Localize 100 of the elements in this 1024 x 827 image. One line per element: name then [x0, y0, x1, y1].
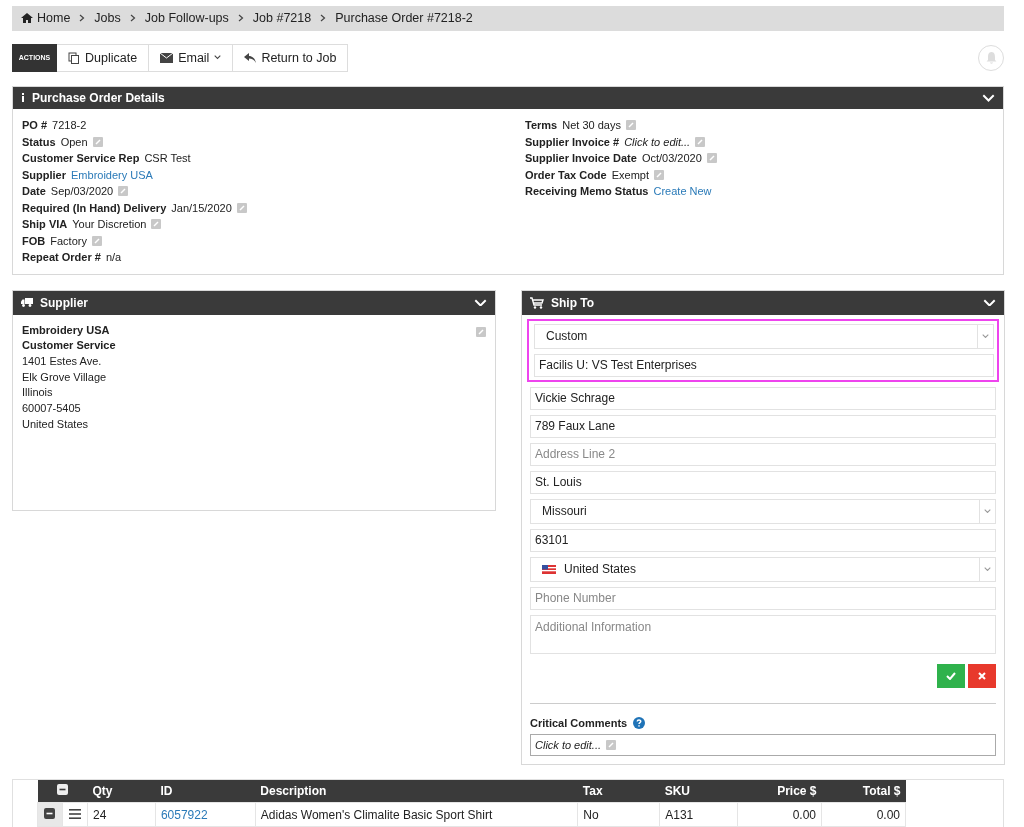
- field-value: Jan/15/2020: [171, 200, 232, 216]
- field-label: FOB: [22, 233, 46, 249]
- chevron-down-icon: [982, 333, 989, 339]
- field-value: CSR Test: [144, 151, 191, 166]
- edit-icon[interactable]: [476, 326, 486, 337]
- address-line: Elk Grove Village: [22, 369, 107, 385]
- copy-icon: [68, 51, 80, 64]
- field-link[interactable]: Create New: [653, 183, 712, 200]
- breadcrumb-link[interactable]: Job #7218: [252, 11, 312, 26]
- critical-comments-label: Critical Comments: [530, 716, 628, 729]
- edit-icon[interactable]: [606, 739, 617, 750]
- edit-icon[interactable]: [151, 219, 162, 230]
- panel-title: Supplier: [40, 295, 89, 310]
- panel-title: Ship To: [551, 295, 596, 310]
- field-value: n/a: [105, 250, 122, 265]
- close-icon: [978, 671, 986, 680]
- field-label: Supplier: [22, 167, 66, 183]
- save-button[interactable]: [937, 663, 965, 688]
- column-header: ID: [155, 779, 256, 803]
- menu-icon[interactable]: [68, 808, 81, 819]
- flag-icon: [542, 564, 556, 574]
- input-field[interactable]: Facilis U: VS Test Enterprises: [534, 353, 994, 377]
- field-label: Status: [22, 134, 56, 150]
- chevron-down-icon: [983, 298, 996, 307]
- cancel-button[interactable]: [968, 663, 996, 688]
- field-label: Ship VIA: [22, 217, 68, 232]
- column-header: Description: [255, 779, 578, 803]
- info-icon: [21, 93, 25, 103]
- chevron-right-icon: [129, 14, 136, 23]
- chevron-right-icon: [320, 14, 327, 23]
- input-field[interactable]: 63101: [530, 528, 996, 552]
- address-line: United States: [22, 416, 89, 432]
- panel-title: Purchase Order Details: [32, 90, 166, 105]
- input-field[interactable]: 789 Faux Lane: [530, 414, 996, 438]
- chevron-right-icon: [79, 14, 86, 23]
- field-value: Click to edit...: [624, 134, 691, 150]
- table-cell: 0.00: [821, 802, 906, 827]
- breadcrumb-link[interactable]: Purchase Order #7218-2: [335, 11, 473, 26]
- edit-icon[interactable]: [236, 202, 247, 213]
- edit-icon[interactable]: [695, 136, 706, 147]
- textarea-field[interactable]: Additional Information: [530, 614, 996, 654]
- field-label: Supplier Invoice #: [525, 134, 620, 150]
- chevron-down-icon: [214, 55, 222, 60]
- mail-icon: [160, 52, 174, 63]
- breadcrumb-link[interactable]: Home: [21, 11, 71, 26]
- table-cell: 24: [87, 802, 156, 827]
- collapse-icon[interactable]: [44, 807, 56, 819]
- column-header: Price $: [737, 779, 822, 803]
- breadcrumb-link[interactable]: Jobs: [94, 11, 121, 26]
- field-label: Supplier Invoice Date: [525, 151, 637, 166]
- field-value: Sep/03/2020: [50, 184, 114, 199]
- input-field[interactable]: St. Louis: [530, 470, 996, 494]
- column-header: Tax: [577, 779, 660, 803]
- table-cell: No: [577, 802, 660, 827]
- field-label: Order Tax Code: [525, 167, 607, 183]
- field-value: Exempt: [611, 167, 649, 183]
- input-field[interactable]: Vickie Schrage: [530, 386, 996, 410]
- field-label: Customer Service Rep: [22, 151, 140, 166]
- address-line: Illinois: [22, 385, 53, 401]
- chevron-down-icon: [984, 566, 991, 572]
- address-line: Customer Service: [22, 338, 116, 354]
- field-link[interactable]: Embroidery USA: [71, 166, 153, 183]
- field-value: Net 30 days: [562, 118, 621, 133]
- edit-icon[interactable]: [654, 169, 664, 180]
- chevron-right-icon: [237, 14, 244, 23]
- input-field[interactable]: Phone Number: [530, 586, 996, 610]
- select-field[interactable]: Custom: [534, 323, 994, 349]
- breadcrumb-link[interactable]: Job Follow-ups: [144, 11, 229, 26]
- edit-icon[interactable]: [91, 235, 102, 246]
- collapse-icon[interactable]: [57, 783, 68, 795]
- comments-field[interactable]: Click to edit...: [530, 733, 996, 756]
- action-button[interactable]: Return to Job: [233, 43, 349, 72]
- edit-icon[interactable]: [92, 136, 103, 147]
- column-header: Qty: [87, 779, 156, 803]
- field-label: Required (In Hand) Delivery: [22, 200, 167, 216]
- address-line: 1401 Estes Ave.: [22, 353, 102, 369]
- item-link[interactable]: 6057922: [160, 807, 208, 822]
- chevron-down-icon: [984, 508, 991, 514]
- bell-icon: [985, 51, 997, 64]
- action-button[interactable]: Duplicate: [57, 43, 150, 72]
- field-label: PO #: [22, 118, 48, 133]
- field-value: 7218-2: [52, 118, 87, 133]
- edit-icon[interactable]: [706, 153, 717, 164]
- check-icon: [946, 671, 956, 680]
- field-value: Your Discretion: [72, 217, 147, 232]
- chevron-down-icon: [982, 93, 995, 102]
- edit-icon[interactable]: [625, 120, 636, 131]
- cart-icon: [530, 296, 544, 309]
- address-line: 60007-5405: [22, 401, 81, 416]
- home-icon: [21, 13, 33, 24]
- help-icon[interactable]: [633, 716, 646, 729]
- chevron-down-icon: [474, 298, 487, 307]
- select-field[interactable]: United States: [530, 556, 996, 582]
- field-label: Date: [22, 184, 46, 199]
- input-field[interactable]: Address Line 2: [530, 442, 996, 466]
- field-label: Terms: [525, 118, 558, 133]
- action-button[interactable]: Email: [149, 43, 234, 72]
- select-field[interactable]: Missouri: [530, 498, 996, 524]
- edit-icon[interactable]: [118, 186, 129, 197]
- field-label: Repeat Order #: [22, 250, 101, 265]
